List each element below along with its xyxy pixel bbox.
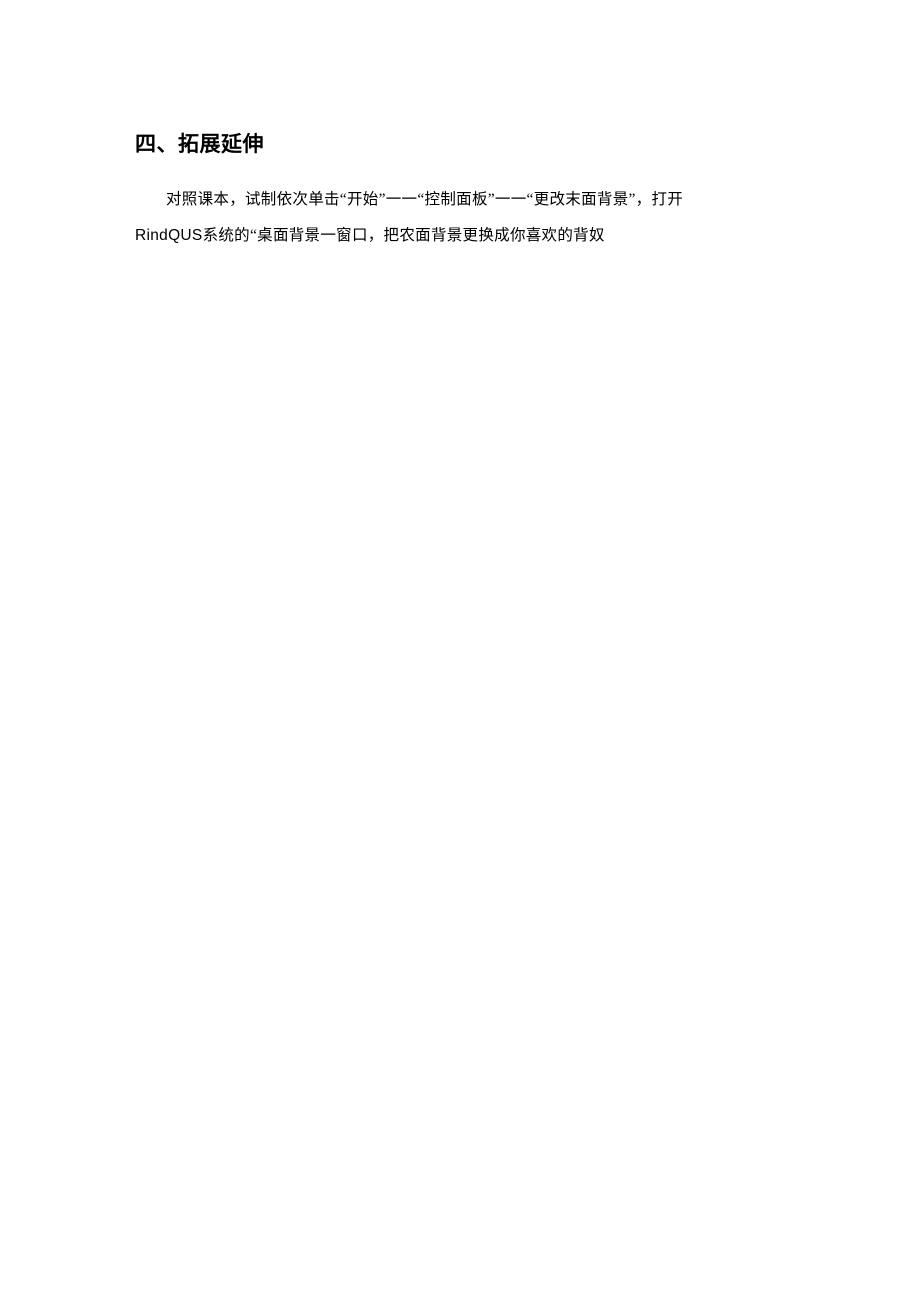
body-paragraph-line1: 对照课本，试制依次单击“开始”一一“控制面板”一一“更改末面背景”，打开 [135,182,785,218]
document-page: 四、拓展延伸 对照课本，试制依次单击“开始”一一“控制面板”一一“更改末面背景”… [0,0,920,253]
latin-text: RindQUS [135,227,203,244]
section-heading: 四、拓展延伸 [135,128,785,158]
body-text-rest: 系统的“桌面背景一窗口，把农面背景更换成你喜欢的背奴 [203,227,605,244]
body-paragraph-line2: RindQUS系统的“桌面背景一窗口，把农面背景更换成你喜欢的背奴 [135,218,785,254]
